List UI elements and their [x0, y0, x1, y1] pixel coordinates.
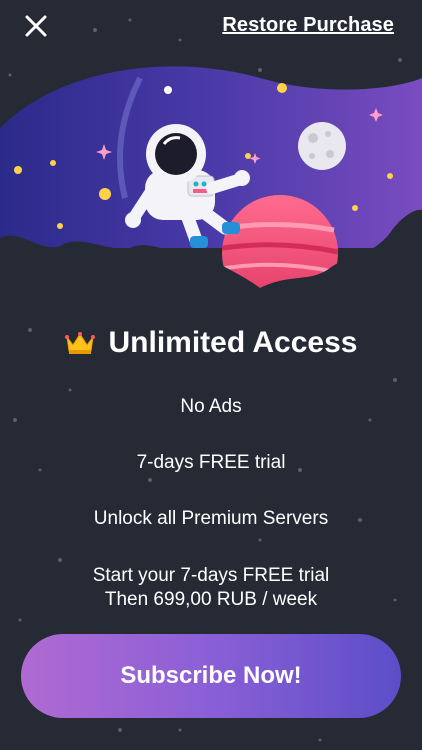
feature-free-trial: 7-days FREE trial [136, 452, 286, 473]
trial-line: Start your 7-days FREE trial [92, 565, 330, 586]
feature-no-ads: No Ads [180, 396, 242, 417]
pricing-info: Start your 7-days FREE trial Then 699,00… [0, 564, 422, 612]
subscribe-label: Subscribe Now! [120, 662, 302, 689]
space-illustration [0, 66, 422, 308]
price-line: Then 699,00 RUB / week [104, 589, 318, 610]
subscribe-button[interactable]: Subscribe Now! [21, 634, 401, 718]
close-icon [25, 15, 47, 37]
restore-purchase-link[interactable]: Restore Purchase [222, 14, 394, 37]
title-row: Unlimited Access [0, 326, 422, 360]
crown-icon [64, 332, 95, 354]
offer-title: Unlimited Access [108, 326, 358, 359]
close-button[interactable] [20, 10, 52, 42]
feature-premium-servers: Unlock all Premium Servers [93, 508, 329, 529]
